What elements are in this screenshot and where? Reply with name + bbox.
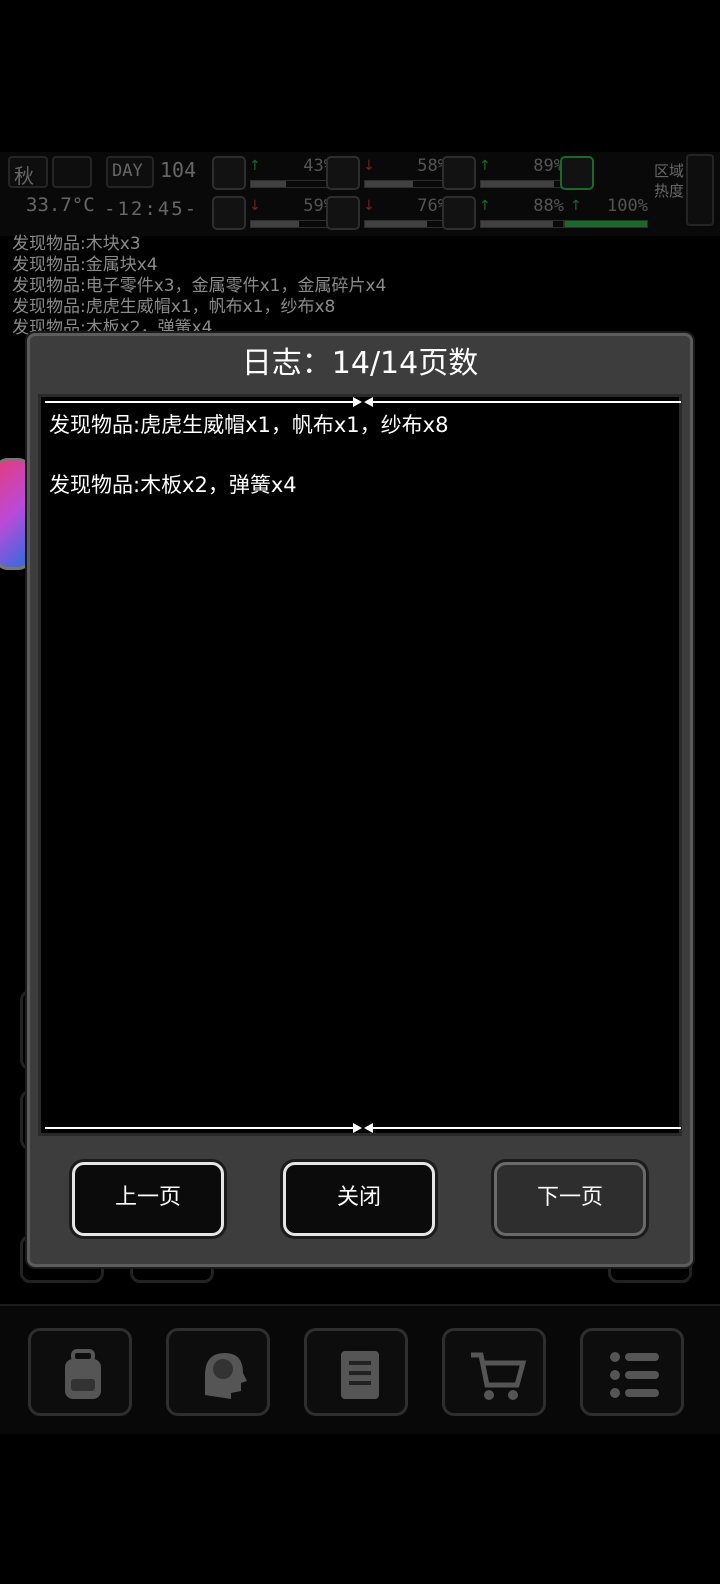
- next-page-button[interactable]: 下一页: [494, 1162, 646, 1236]
- log-entries: 发现物品:虎虎生威帽x1，帆布x1，纱布x8 发现物品:木板x2，弹簧x4: [49, 411, 669, 531]
- top-divider: [45, 397, 681, 407]
- log-content-area[interactable]: 发现物品:虎虎生威帽x1，帆布x1，纱布x8 发现物品:木板x2，弹簧x4: [38, 394, 682, 1136]
- close-button[interactable]: 关闭: [283, 1162, 435, 1236]
- bottom-divider: [45, 1123, 681, 1133]
- prev-page-button[interactable]: 上一页: [72, 1162, 224, 1236]
- log-entry: 发现物品:虎虎生威帽x1，帆布x1，纱布x8: [49, 413, 449, 437]
- dialog-title: 日志：14/14页数: [241, 346, 479, 381]
- log-dialog: 日志：14/14页数 发现物品:虎虎生威帽x1，帆布x1，纱布x8 发现物品:木…: [27, 333, 693, 1267]
- log-entry: 发现物品:木板x2，弹簧x4: [49, 473, 297, 497]
- modal-overlay: 日志：14/14页数 发现物品:虎虎生威帽x1，帆布x1，纱布x8 发现物品:木…: [0, 0, 720, 1584]
